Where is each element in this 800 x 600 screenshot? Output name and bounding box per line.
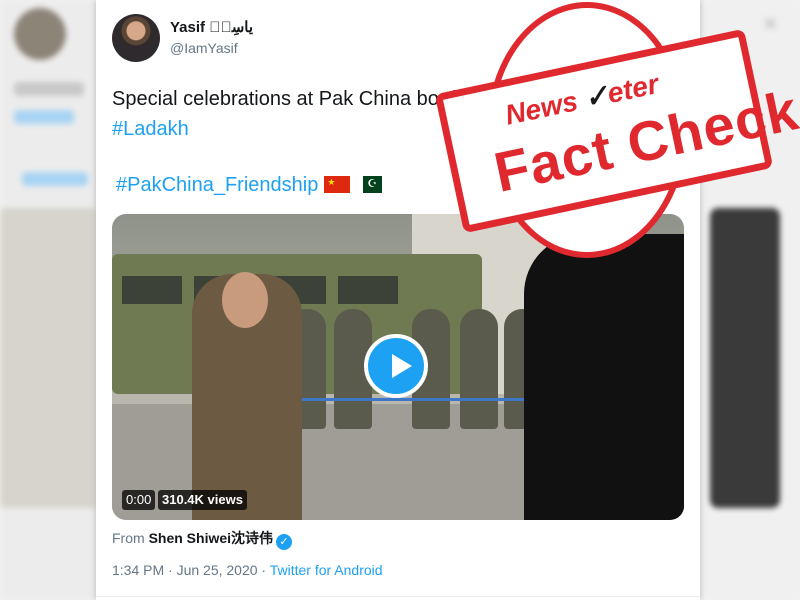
video-officer: [192, 272, 302, 520]
tweet-meta: 1:34 PM · Jun 25, 2020 · Twitter for And…: [112, 562, 383, 578]
attribution: From Shen Shiwei沈诗伟 ✓: [112, 528, 293, 550]
fact-check-stamp: News ✓eter Fact Check: [424, 2, 800, 270]
video-soldier: [460, 309, 498, 429]
blurred-text-line: [14, 82, 84, 96]
stamp-band: News ✓eter Fact Check: [434, 28, 800, 234]
china-flag-icon: [324, 176, 351, 193]
verified-icon: ✓: [276, 534, 293, 550]
tweet-client[interactable]: Twitter for Android: [270, 562, 383, 578]
tweet-text-line: Special celebrations at Pak China bord: [112, 88, 457, 110]
video-views: 310.4K views: [158, 490, 247, 510]
hashtag-pakchina[interactable]: #PakChina_Friendship: [116, 174, 318, 196]
blurred-link-line: [14, 110, 74, 124]
hashtag-line: #PakChina_Friendship: [116, 174, 383, 197]
author-handle[interactable]: @IamYasif: [170, 40, 238, 56]
video-foreground-shadow: [524, 234, 684, 520]
attribution-source[interactable]: Shen Shiwei沈诗伟: [149, 530, 273, 546]
blurred-link-line: [22, 172, 88, 186]
attribution-prefix: From: [112, 530, 145, 546]
blurred-video: [0, 208, 96, 508]
divider: [96, 596, 700, 597]
avatar[interactable]: [112, 14, 160, 62]
tweet-timestamp[interactable]: 1:34 PM · Jun 25, 2020 ·: [112, 562, 270, 578]
blurred-left-panel: [0, 0, 96, 600]
author-name[interactable]: Yasif یاسِفؔ: [170, 18, 253, 36]
video-time: 0:00: [122, 490, 156, 510]
play-button[interactable]: [364, 334, 428, 398]
pakistan-flag-icon: [356, 176, 383, 193]
blurred-avatar: [14, 8, 66, 60]
